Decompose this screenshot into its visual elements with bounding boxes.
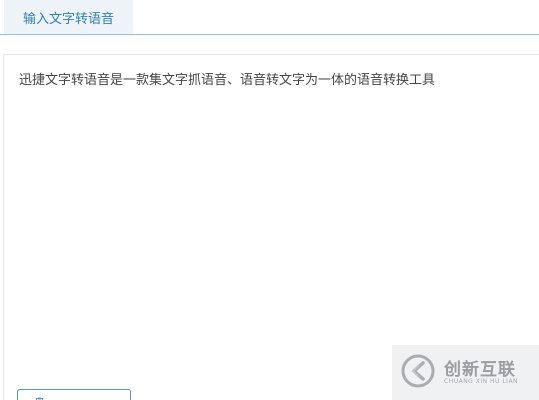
app-window: 输入文字转语音 迅捷文字转语音是一款集文字抓语音、语音转文字为一体的语音转换工具… <box>0 0 539 400</box>
tab-bar: 输入文字转语音 <box>0 0 539 35</box>
tab-label: 输入文字转语音 <box>22 11 114 27</box>
brand-logo-icon <box>401 354 435 388</box>
watermark: 创新互联 CHUANG XIN HU LIAN <box>392 345 539 400</box>
watermark-subtitle: CHUANG XIN HU LIAN <box>444 378 519 385</box>
paste-button[interactable] <box>17 389 131 400</box>
input-text-content: 迅捷文字转语音是一款集文字抓语音、语音转文字为一体的语音转换工具 <box>19 73 436 88</box>
watermark-title: 创新互联 <box>444 360 516 380</box>
tab-text-to-speech[interactable]: 输入文字转语音 <box>4 0 133 34</box>
